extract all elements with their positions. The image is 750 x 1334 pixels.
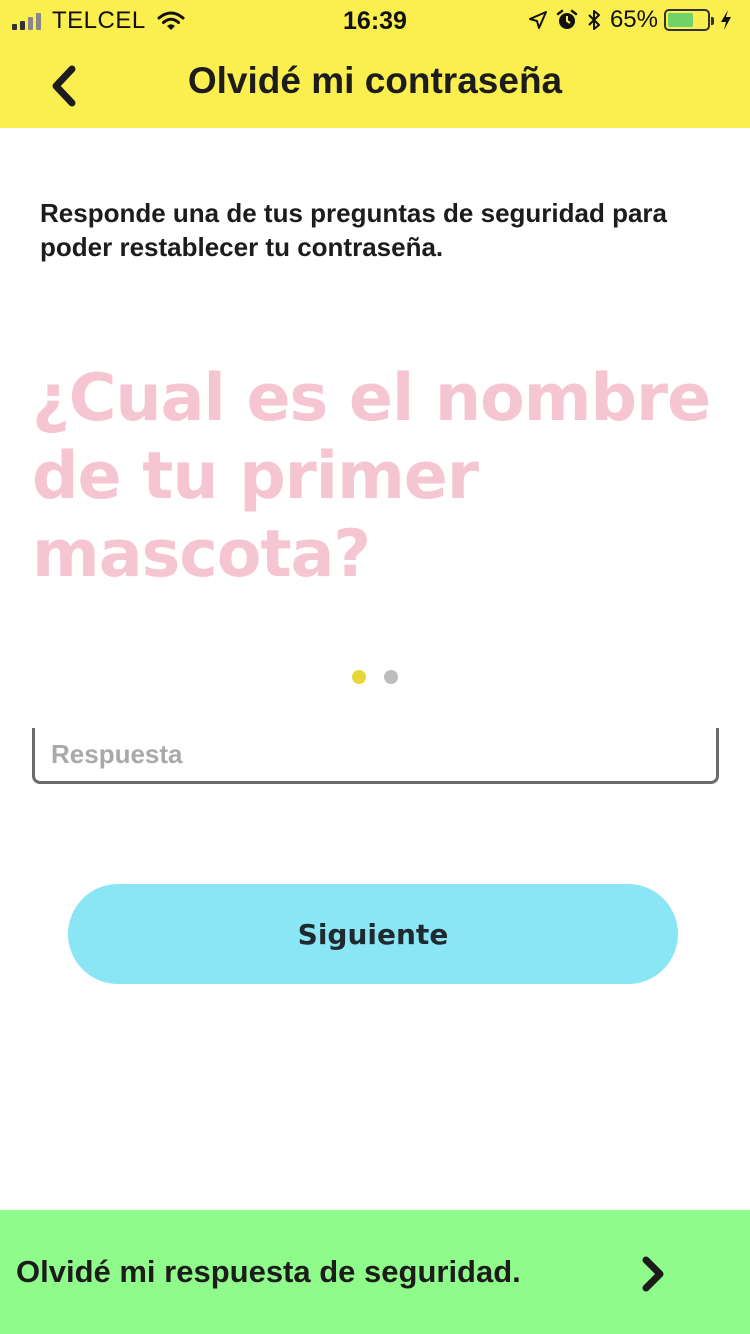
- battery-icon: [664, 9, 714, 31]
- pager-dots: [352, 670, 416, 684]
- instructions-text: Responde una de tus preguntas de segurid…: [40, 198, 668, 262]
- alarm-icon: [556, 9, 578, 29]
- chevron-right-icon: [642, 1256, 664, 1292]
- status-bar: TELCEL 16:39 65%: [0, 0, 750, 40]
- battery-tip: [711, 17, 714, 25]
- security-question: ¿Cual es el nombre de tu primer mascota?: [32, 361, 711, 592]
- next-button[interactable]: Siguiente: [68, 884, 678, 984]
- location-icon: [528, 11, 547, 29]
- header-bar: TELCEL 16:39 65% Olvidé mi contraseña: [0, 0, 750, 128]
- forgot-answer-link[interactable]: Olvidé mi respuesta de seguridad.: [0, 1210, 750, 1334]
- answer-field: [32, 728, 719, 784]
- bluetooth-icon: [588, 10, 600, 30]
- pager-dot[interactable]: [384, 670, 398, 684]
- status-right: 65%: [528, 6, 740, 34]
- forgot-answer-label: Olvidé mi respuesta de seguridad.: [16, 1254, 521, 1289]
- pager-dot[interactable]: [352, 670, 366, 684]
- answer-input[interactable]: [51, 734, 691, 774]
- navigation-bar: Olvidé mi contraseña: [0, 40, 750, 128]
- battery-percent: 65%: [609, 6, 658, 33]
- charging-icon: [721, 10, 731, 30]
- battery-level: [668, 13, 693, 27]
- page-title: Olvidé mi contraseña: [187, 60, 563, 101]
